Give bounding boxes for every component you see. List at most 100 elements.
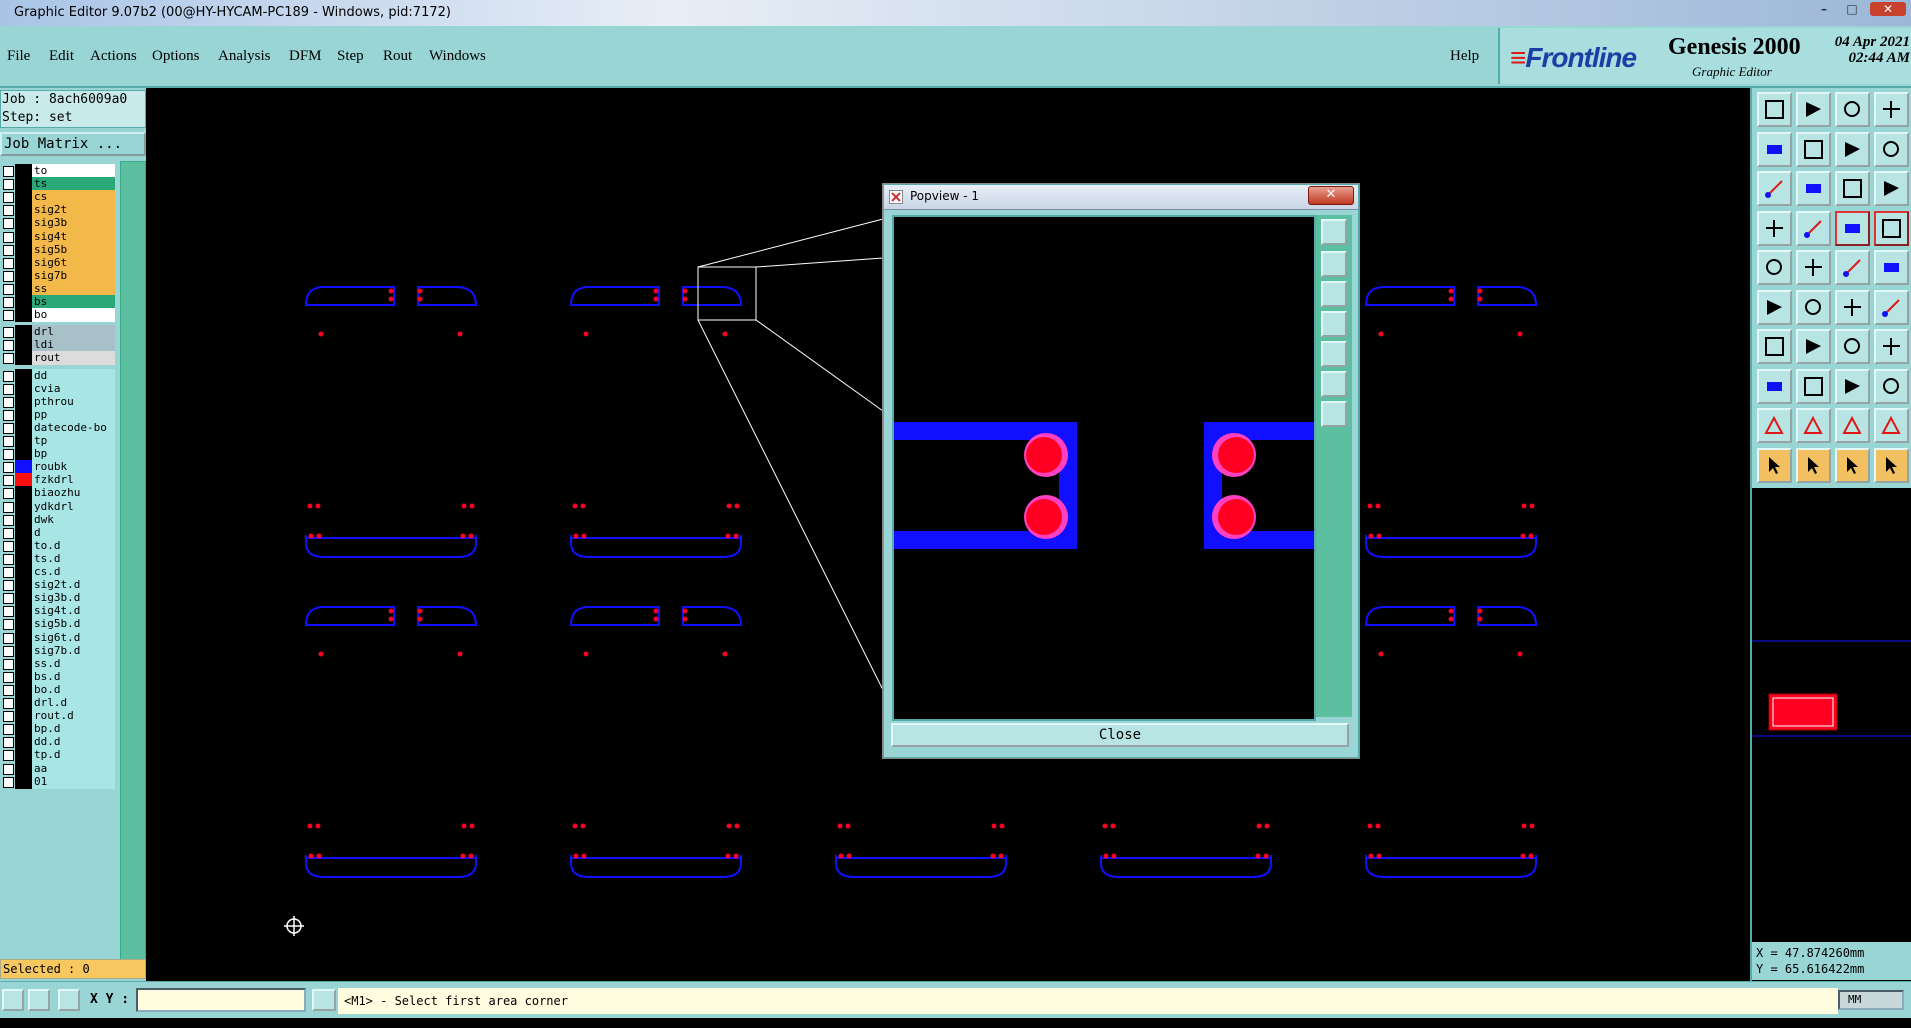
measure-button[interactable] — [1796, 210, 1831, 246]
layer-checkbox[interactable] — [3, 396, 14, 408]
layer-checkbox[interactable] — [3, 231, 14, 243]
minimize-button[interactable]: – — [1812, 2, 1836, 16]
layer-checkbox[interactable] — [3, 436, 14, 447]
split-button[interactable] — [1874, 289, 1909, 325]
maximize-button[interactable]: □ — [1840, 2, 1864, 16]
layer-name[interactable]: bs — [32, 295, 115, 309]
step-forward-button[interactable] — [1796, 131, 1831, 167]
layer-name[interactable]: d — [32, 525, 115, 540]
popview-pan-right-button[interactable] — [1321, 341, 1347, 367]
layer-checkbox[interactable] — [3, 475, 14, 487]
layer-checkbox[interactable] — [3, 353, 14, 365]
layer-name[interactable]: dwk — [32, 512, 115, 527]
close-window-button[interactable]: ✕ — [1870, 2, 1906, 16]
layer-name[interactable]: datecode-bo — [32, 420, 115, 435]
node-button[interactable] — [1757, 289, 1792, 325]
layer-name[interactable]: bo — [32, 308, 115, 323]
layer-checkbox[interactable] — [3, 383, 14, 395]
layer-name[interactable]: roubk — [32, 460, 115, 475]
menu-analysis[interactable]: Analysis — [218, 48, 271, 65]
layer-row[interactable]: pp — [0, 407, 118, 422]
popview-zoom-in-button[interactable] — [1321, 371, 1347, 397]
layer-row[interactable]: bs.d — [0, 669, 118, 684]
triangle-fill-button[interactable] — [1796, 408, 1831, 443]
layer-row[interactable]: cs — [0, 190, 118, 205]
layer-row[interactable]: d — [0, 525, 118, 540]
layer-checkbox[interactable] — [3, 449, 14, 461]
layer-name[interactable]: cs — [32, 190, 115, 205]
layer-checkbox[interactable] — [3, 737, 14, 749]
dash-button[interactable] — [1796, 368, 1831, 404]
layer-checkbox[interactable] — [3, 763, 14, 775]
measure-icon[interactable] — [28, 989, 50, 1011]
layer-name[interactable]: bp.d — [32, 722, 115, 737]
layer-row[interactable]: to.d — [0, 538, 118, 553]
cluster-button[interactable] — [1874, 368, 1909, 404]
layer-row[interactable]: drl.d — [0, 696, 118, 710]
layer-name[interactable]: sig3b — [32, 216, 115, 231]
layer-checkbox[interactable] — [3, 553, 14, 565]
layer-name[interactable]: sig6t.d — [32, 630, 115, 645]
layer-row[interactable]: ldi — [0, 338, 118, 353]
popview-zoom-out-button[interactable] — [1321, 401, 1347, 427]
layer-name[interactable]: ss.d — [32, 656, 115, 671]
open-button[interactable] — [1757, 92, 1792, 127]
layer-row[interactable]: sig3b.d — [0, 591, 118, 606]
layer-name[interactable]: biaozhu — [32, 486, 115, 501]
layer-checkbox[interactable] — [3, 297, 14, 308]
layer-name[interactable]: dd — [32, 368, 115, 383]
layer-row[interactable]: ydkdrl — [0, 499, 118, 514]
layer-row[interactable]: sig6t.d — [0, 630, 118, 645]
layer-name[interactable]: sig3b.d — [32, 591, 115, 606]
select-route-button[interactable] — [1874, 447, 1909, 483]
redo-button[interactable] — [1874, 131, 1909, 167]
layer-row[interactable]: sig7b — [0, 268, 118, 283]
layer-row[interactable]: sig5b — [0, 242, 118, 257]
menu-edit[interactable]: Edit — [49, 48, 74, 65]
zoom-fit-button[interactable] — [1757, 171, 1792, 206]
menu-options[interactable]: Options — [152, 48, 200, 65]
ref-button[interactable] — [1757, 368, 1792, 404]
layer-row[interactable]: bo.d — [0, 682, 118, 697]
layer-row[interactable]: sig2t.d — [0, 578, 118, 593]
arc-button[interactable] — [1835, 250, 1870, 285]
undo-button[interactable] — [1835, 131, 1870, 167]
popview-pan-up-button[interactable] — [1321, 251, 1347, 277]
triangle-button[interactable] — [1757, 408, 1792, 443]
layer-row[interactable]: tp — [0, 434, 118, 448]
layer-checkbox[interactable] — [3, 698, 14, 709]
layer-checkbox[interactable] — [3, 724, 14, 736]
layer-row[interactable]: drl — [0, 325, 118, 340]
triangle-line-button[interactable] — [1835, 408, 1870, 443]
zoom-area-button[interactable] — [1796, 171, 1831, 206]
layer-name[interactable]: bs.d — [32, 669, 115, 684]
menu-dfm[interactable]: DFM — [289, 48, 322, 65]
layer-name[interactable]: sig4t.d — [32, 604, 115, 619]
layer-row[interactable]: cvia — [0, 381, 118, 396]
layer-name[interactable]: sig5b.d — [32, 617, 115, 632]
layer-checkbox[interactable] — [3, 370, 14, 382]
layer-name[interactable]: sig2t.d — [32, 578, 115, 593]
layer-row[interactable]: bp.d — [0, 722, 118, 737]
layer-row[interactable]: cs.d — [0, 565, 118, 579]
layer-checkbox[interactable] — [3, 711, 14, 723]
layer-name[interactable]: ts — [32, 177, 115, 192]
layer-row[interactable]: sig2t — [0, 203, 118, 218]
layer-checkbox[interactable] — [3, 218, 14, 230]
menu-step[interactable]: Step — [337, 48, 364, 65]
units-selector[interactable]: MM — [1838, 990, 1904, 1010]
layer-row[interactable]: aa — [0, 761, 118, 776]
layer-checkbox[interactable] — [3, 593, 14, 605]
layer-row[interactable]: rout — [0, 351, 118, 366]
layer-row[interactable]: datecode-bo — [0, 420, 118, 435]
layer-name[interactable]: ts.d — [32, 551, 115, 566]
layer-row[interactable]: ts.d — [0, 551, 118, 566]
layer-row[interactable]: ss.d — [0, 656, 118, 671]
layer-checkbox[interactable] — [3, 645, 14, 657]
home-button[interactable] — [1835, 92, 1870, 127]
layer-name[interactable]: dd.d — [32, 735, 115, 750]
layer-row[interactable]: dd — [0, 368, 118, 383]
layer-name[interactable]: sig6t — [32, 255, 115, 270]
layer-checkbox[interactable] — [3, 166, 14, 177]
layer-checkbox[interactable] — [3, 567, 14, 578]
